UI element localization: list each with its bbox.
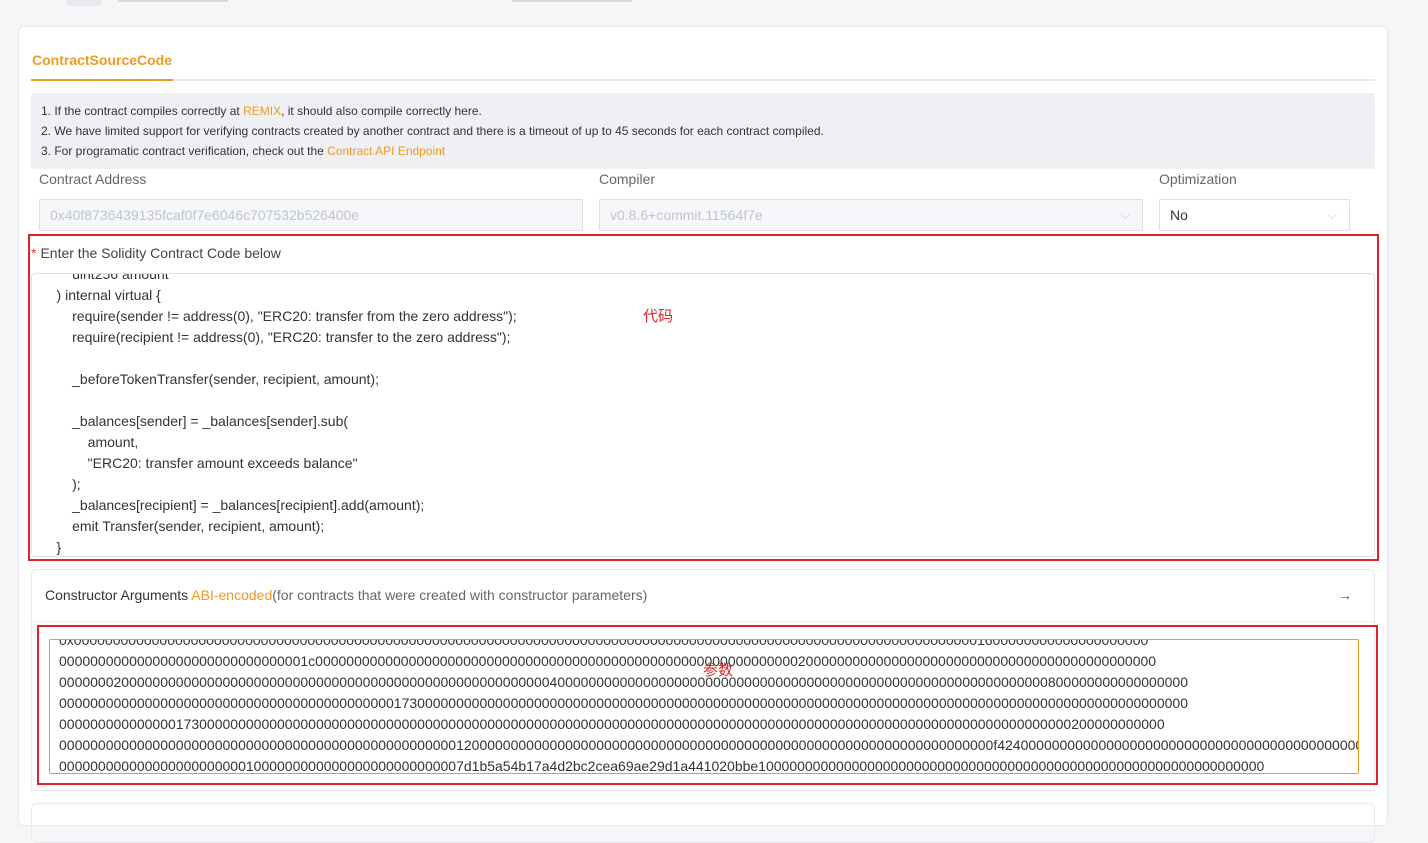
argument-line: 0000000000000000000000000000000000000000… [59, 695, 1188, 711]
verify-contract-card: ContractSourceCode 1. If the contract co… [18, 26, 1388, 843]
annotation-args-label: 参数 [703, 662, 734, 679]
contract-api-endpoint-link[interactable]: Contract API Endpoint [327, 144, 445, 158]
top-ghost-text [512, 0, 632, 2]
code-line: ); [41, 476, 81, 492]
code-line: uint256 amount [41, 273, 169, 282]
code-content: uint256 amount ) internal virtual { requ… [41, 273, 517, 556]
chevron-down-icon: ⌵ [1120, 208, 1130, 222]
code-line: require(sender != address(0), "ERC20: tr… [41, 308, 517, 324]
notice-line-3: 3. For programatic contract verification… [41, 144, 446, 158]
code-line: } [41, 539, 62, 555]
top-ghost-text [118, 0, 228, 2]
notice-line-2: 2. We have limited support for verifying… [41, 124, 824, 138]
code-line: emit Transfer(sender, recipient, amount)… [41, 518, 325, 534]
code-line: "ERC20: transfer amount exceeds balance" [41, 455, 358, 471]
code-line: _balances[sender] = _balances[sender].su… [41, 413, 349, 429]
tab-contract-source-code[interactable]: ContractSourceCode [31, 49, 174, 81]
contract-address-label: Contract Address [39, 171, 147, 187]
code-line: _beforeTokenTransfer(sender, recipient, … [41, 371, 379, 387]
argument-line: 0000000000000000000000000000000000000000… [59, 737, 1359, 753]
notice-line-1: 1. If the contract compiles correctly at… [41, 104, 482, 118]
annotation-code-label: 代码 [643, 308, 674, 325]
code-line: _balances[recipient] = _balances[recipie… [41, 497, 425, 513]
next-section-card [31, 803, 1375, 843]
top-strip [0, 0, 1428, 8]
chevron-down-icon: ⌵ [1327, 208, 1337, 222]
code-line: amount, [41, 434, 139, 450]
notice-box: 1. If the contract compiles correctly at… [31, 93, 1375, 169]
compiler-label: Compiler [599, 171, 656, 187]
tab-bar: ContractSourceCode [31, 39, 1375, 81]
code-label: * Enter the Solidity Contract Code below [31, 245, 281, 261]
constructor-arguments-header[interactable]: Constructor Arguments ABI-encoded(for co… [31, 569, 1375, 621]
code-line: ) internal virtual { [41, 287, 161, 303]
arrow-right-icon[interactable]: → [1338, 570, 1352, 620]
argument-line: 0000000000000000000000001000000000000000… [59, 758, 1265, 774]
contract-address-input[interactable]: 0x40f8736439135fcaf0f7e6046c707532b52640… [39, 199, 583, 231]
compiler-select[interactable]: v0.8.6+commit.11564f7e ⌵ [599, 199, 1143, 231]
argument-line: 0x00000000000000000000000000000000000000… [59, 639, 1149, 648]
argument-line: 0000000000000001730000000000000000000000… [59, 716, 1165, 732]
remix-link[interactable]: REMIX [243, 104, 281, 118]
optimization-select[interactable]: No ⌵ [1159, 199, 1350, 231]
top-pill [66, 0, 102, 6]
code-line: require(recipient != address(0), "ERC20:… [41, 329, 511, 345]
solidity-code-textarea[interactable]: uint256 amount ) internal virtual { requ… [31, 273, 1375, 557]
abi-encoded-link[interactable]: ABI-encoded [191, 587, 272, 603]
required-mark: * [31, 245, 37, 261]
optimization-label: Optimization [1159, 171, 1237, 187]
